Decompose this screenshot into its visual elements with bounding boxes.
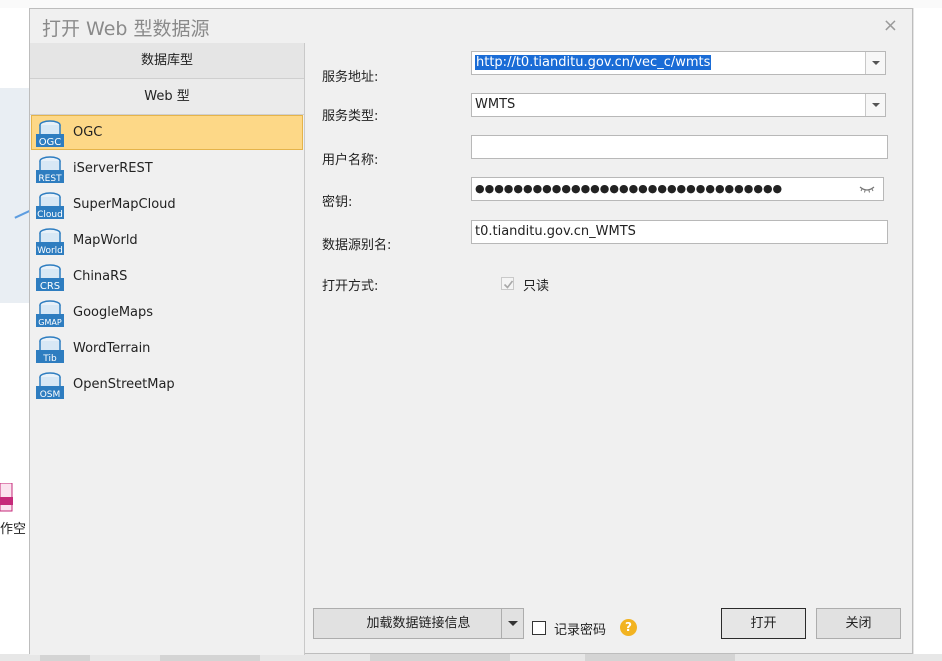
service-url-value: http://t0.tianditu.gov.cn/vec_c/wmts [475,55,712,70]
username-label: 用户名称: [322,153,379,168]
alias-label: 数据源别名: [322,238,392,253]
source-item-label: GoogleMaps [73,305,154,320]
osm-db-icon: OSM [36,372,64,400]
close-icon[interactable]: × [883,15,898,36]
datasource-type-panel: 数据库型 Web 型 OGC OGC REST iServerREST Clou… [30,43,305,655]
close-button[interactable]: 关闭 [816,608,901,639]
svg-text:GMAP: GMAP [38,318,62,327]
connection-form: 服务地址: http://t0.tianditu.gov.cn/vec_c/wm… [305,43,912,655]
open-button[interactable]: 打开 [721,608,806,639]
background-bottom-strip [0,654,942,661]
source-item-label: WordTerrain [73,341,151,356]
category-database[interactable]: 数据库型 [30,43,304,79]
svg-text:OSM: OSM [40,390,61,400]
service-type-value: WMTS [475,97,516,112]
checkmark-icon [503,280,514,289]
googlemaps-db-icon: GMAP [36,300,64,327]
terrain-db-icon: Tib [36,336,64,364]
alias-input[interactable]: t0.tianditu.gov.cn_WMTS [471,220,888,244]
remember-password-label: 记录密码 [554,623,607,638]
source-item-wordterrain[interactable]: Tib WordTerrain [30,331,304,367]
open-web-datasource-dialog: 打开 Web 型数据源 × 数据库型 Web 型 OGC OGC REST iS… [29,8,913,655]
web-source-list: OGC OGC REST iServerREST Cloud SuperMapC… [30,115,304,403]
load-link-info-split-button[interactable]: 加载数据链接信息 [313,608,524,639]
source-item-ogc[interactable]: OGC OGC [30,115,304,151]
key-masked-value: ●●●●●●●●●●●●●●●●●●●●●●●●●●●●●●●● [475,182,783,195]
svg-text:OGC: OGC [39,137,62,148]
remember-password-checkbox[interactable] [532,621,546,635]
ogc-db-icon: OGC [36,120,64,148]
key-label: 密钥: [322,195,353,210]
chinars-db-icon: CRS [36,264,64,292]
source-item-supermapcloud[interactable]: Cloud SuperMapCloud [30,187,304,223]
eye-closed-icon[interactable] [859,182,875,196]
cloud-db-icon: Cloud [36,192,64,220]
category-web[interactable]: Web 型 [30,79,304,115]
service-url-combobox[interactable]: http://t0.tianditu.gov.cn/vec_c/wmts [471,51,886,75]
workspace-file-label: 作空 [0,522,27,537]
chevron-down-icon[interactable] [865,52,885,74]
key-password-input[interactable]: ●●●●●●●●●●●●●●●●●●●●●●●●●●●●●●●● [471,177,884,201]
chevron-down-icon[interactable] [501,609,523,638]
rest-db-icon: REST [36,156,64,184]
readonly-checkbox[interactable] [501,277,514,290]
source-item-iserverrest[interactable]: REST iServerREST [30,151,304,187]
username-input[interactable] [471,135,888,159]
svg-text:World: World [37,246,63,256]
mapworld-db-icon: World [36,228,64,256]
service-url-label: 服务地址: [322,70,379,85]
open-mode-label: 打开方式: [322,279,379,294]
source-item-label: SuperMapCloud [73,197,176,212]
dialog-titlebar: 打开 Web 型数据源 × [30,9,912,45]
service-type-label: 服务类型: [322,109,379,124]
source-item-chinars[interactable]: CRS ChinaRS [30,259,304,295]
source-item-googlemaps[interactable]: GMAP GoogleMaps [30,295,304,331]
readonly-label: 只读 [523,279,550,294]
background-map-panel [0,8,32,661]
help-icon[interactable]: ? [620,619,637,636]
source-item-label: iServerREST [73,161,153,176]
source-item-openstreetmap[interactable]: OSM OpenStreetMap [30,367,304,403]
source-item-label: OpenStreetMap [73,377,175,392]
workspace-file-icon [0,483,13,512]
svg-text:REST: REST [38,174,62,184]
svg-text:Cloud: Cloud [37,210,63,220]
dialog-title: 打开 Web 型数据源 [42,18,210,40]
load-link-info-label: 加载数据链接信息 [366,616,471,631]
source-item-label: OGC [73,125,103,140]
source-item-label: MapWorld [73,233,138,248]
source-item-mapworld[interactable]: World MapWorld [30,223,304,259]
svg-text:CRS: CRS [40,281,60,292]
chevron-down-icon[interactable] [865,94,885,116]
service-type-select[interactable]: WMTS [471,93,886,117]
background-right-panel [913,8,942,661]
svg-text:Tib: Tib [42,354,57,364]
source-item-label: ChinaRS [73,269,128,284]
background-map-view [0,88,32,303]
